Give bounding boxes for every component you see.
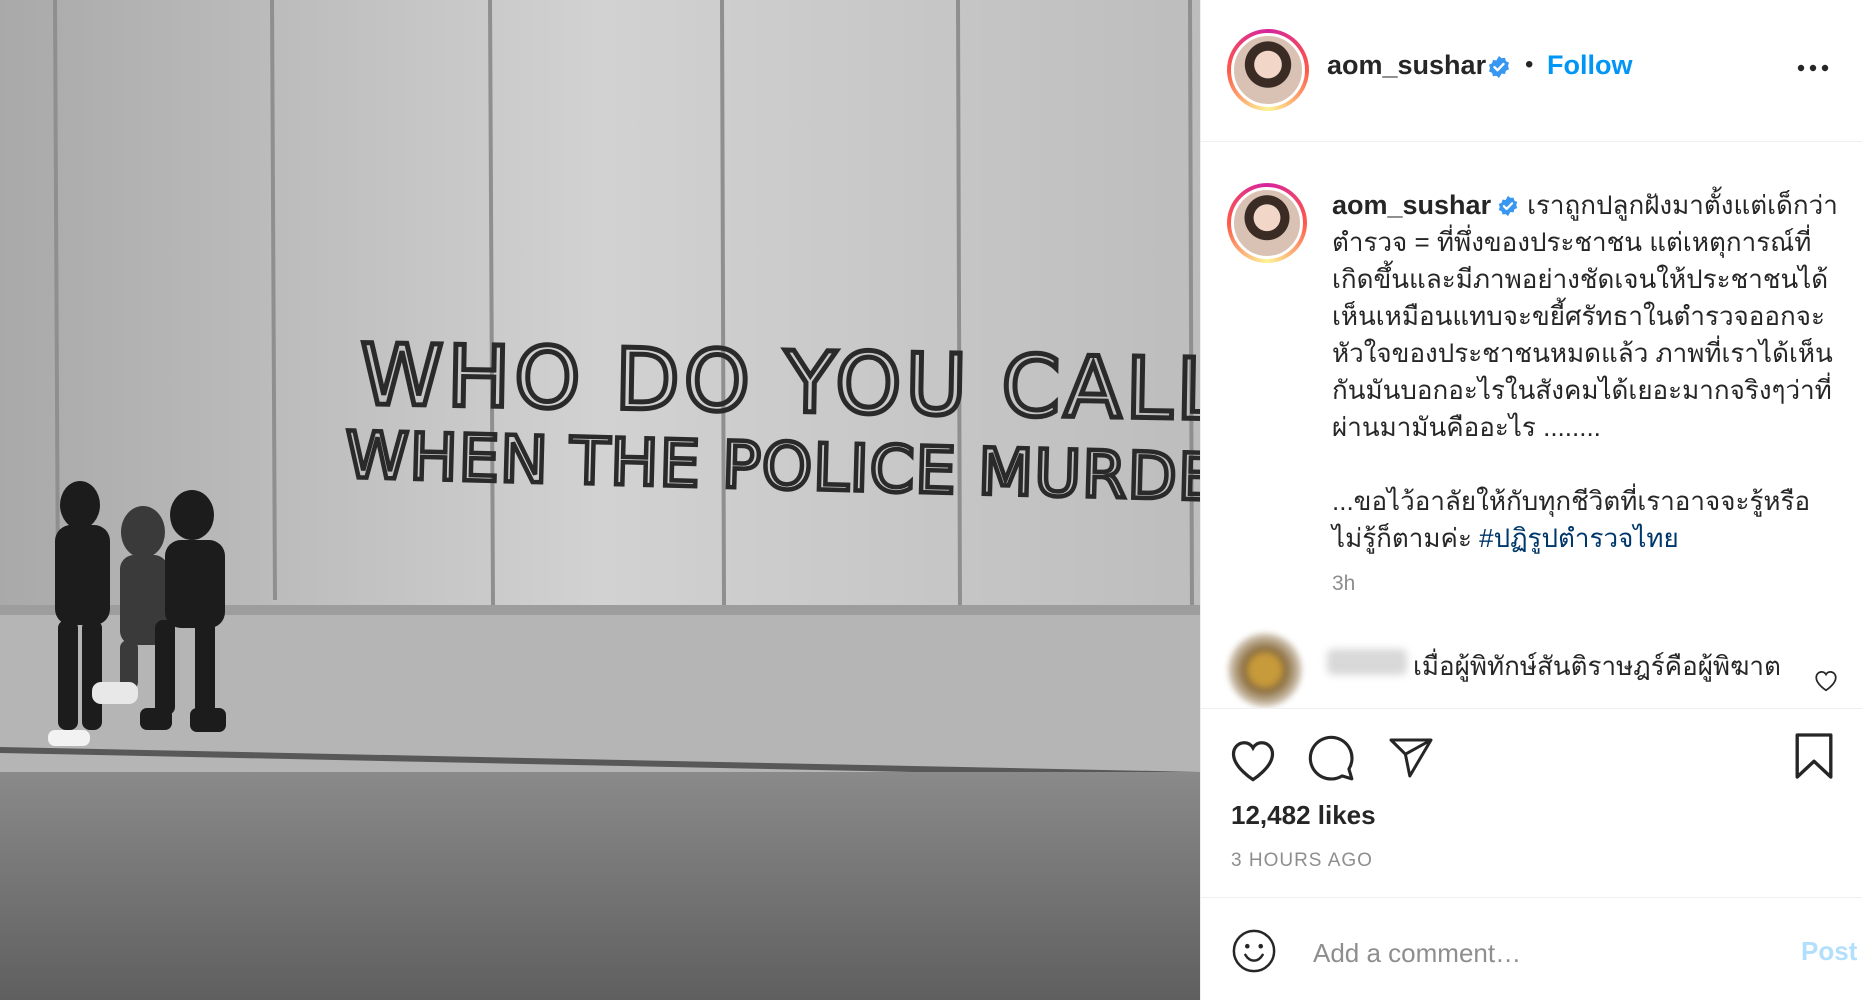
bookmark-icon[interactable]	[1793, 730, 1835, 782]
add-comment-input[interactable]	[1311, 932, 1755, 974]
header-username[interactable]: aom_sushar	[1327, 50, 1486, 81]
verified-badge-icon	[1498, 195, 1518, 217]
more-options-icon[interactable]	[1793, 56, 1833, 80]
hashtag-link[interactable]: #ปฏิรูปตำรวจไทย	[1479, 523, 1679, 553]
caption-username[interactable]: aom_sushar	[1332, 190, 1491, 220]
commenter-avatar[interactable]	[1228, 633, 1302, 707]
instagram-post: WHO DO YOU CALL WHEN THE POLICE MURDERS?	[0, 0, 1862, 1000]
caption: aom_sushar เราถูกปลูกฝังมาตั้งแต่เด็กว่า…	[1332, 187, 1852, 557]
verified-badge-icon	[1489, 56, 1509, 78]
follow-button[interactable]: Follow	[1547, 50, 1632, 81]
comments-section[interactable]: aom_sushar เราถูกปลูกฝังมาตั้งแต่เด็กว่า…	[1201, 143, 1862, 708]
separator-dot: •	[1525, 51, 1534, 78]
avatar-image	[1231, 33, 1305, 107]
header-avatar[interactable]	[1227, 29, 1309, 111]
comment-heart-icon[interactable]	[1813, 668, 1839, 692]
caption-paragraph-2: ...ขอไว้อาลัยให้กับทุกชีวิตที่เราอาจจะรู…	[1332, 483, 1852, 557]
add-comment-bar: Post	[1201, 897, 1862, 1000]
likes-count[interactable]: 12,482 likes	[1231, 800, 1376, 831]
caption-avatar[interactable]	[1227, 183, 1307, 263]
caption-body: เราถูกปลูกฝังมาตั้งแต่เด็กว่าตำรวจ = ที่…	[1332, 190, 1838, 442]
comment-bubble-icon[interactable]	[1306, 733, 1356, 783]
post-time-ago[interactable]: 3 HOURS AGO	[1231, 850, 1373, 872]
graffiti-wall-image: WHO DO YOU CALL WHEN THE POLICE MURDERS?	[0, 0, 1200, 1000]
paper-plane-icon[interactable]	[1386, 734, 1436, 782]
heart-icon[interactable]	[1227, 735, 1279, 783]
divider	[1201, 708, 1862, 709]
avatar-image	[1231, 187, 1303, 259]
caption-timestamp[interactable]: 3h	[1332, 572, 1355, 596]
post-sidebar: aom_sushar • Follow aom_sushar เราถูกปลู…	[1201, 0, 1862, 1000]
post-photo[interactable]: WHO DO YOU CALL WHEN THE POLICE MURDERS?	[0, 0, 1201, 1000]
comment-item: mwy เมื่อผู้พิทักษ์สันติราษฎร์คือผู้พิฆา…	[1201, 633, 1862, 708]
emoji-smile-icon[interactable]	[1231, 928, 1277, 974]
comment-text: เมื่อผู้พิทักษ์สันติราษฎร์คือผู้พิฆาต	[1413, 651, 1781, 681]
commenter-username-blurred[interactable]: mwy	[1327, 649, 1407, 675]
post-header: aom_sushar • Follow	[1201, 0, 1862, 142]
post-comment-button[interactable]: Post	[1801, 936, 1857, 967]
